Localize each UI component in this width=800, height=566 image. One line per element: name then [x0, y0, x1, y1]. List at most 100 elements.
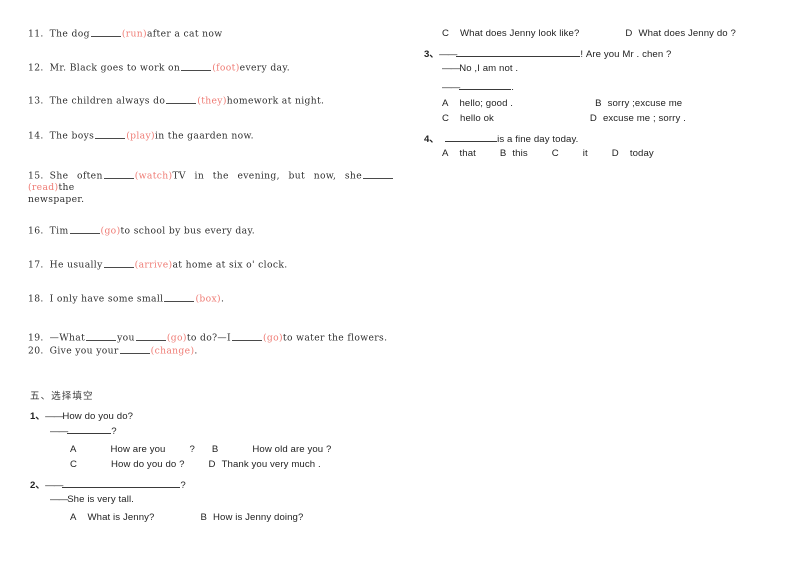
- option-letter-a[interactable]: A: [70, 444, 77, 455]
- answer-text: She is very tall.: [67, 494, 134, 505]
- option-letter-c[interactable]: C: [70, 459, 77, 470]
- fill-item-14: 14. The boys (play)in the gaarden now.: [28, 130, 396, 142]
- item-number: 14.: [28, 130, 44, 142]
- dialogue-dash: ——: [439, 49, 457, 60]
- option-text-c[interactable]: How do you do ?: [111, 459, 185, 470]
- verb-hint: (play): [126, 130, 155, 142]
- option-text-d[interactable]: today: [630, 148, 654, 159]
- item-text-pre: I only have some small: [49, 293, 164, 305]
- option-text-b[interactable]: this: [512, 148, 527, 159]
- question-2-options-row-1: A What is Jenny? B How is Jenny doing?: [70, 512, 303, 523]
- answer-blank[interactable]: [164, 293, 195, 302]
- answer-blank[interactable]: [62, 479, 181, 488]
- question-3-options-row-2: Chello ok Dexcuse me ; sorry .: [442, 113, 686, 124]
- answer-blank[interactable]: [90, 28, 121, 37]
- fill-item-13: 13. The children always do (they)homework …: [28, 95, 396, 107]
- answer-blank[interactable]: [166, 95, 197, 104]
- item-number: 19.: [28, 332, 44, 344]
- item-number: 12.: [28, 62, 44, 74]
- option-letter-c[interactable]: C: [442, 113, 449, 124]
- option-text-c[interactable]: hello ok: [460, 113, 494, 124]
- item-text-pre: Mr. Black goes to work on: [49, 62, 181, 74]
- answer-blank[interactable]: [181, 62, 212, 71]
- item-text-post: to school by bus every day.: [120, 225, 256, 237]
- item-text-post: to water the flowers.: [282, 332, 388, 344]
- section-header-five: 五、选择填空: [30, 391, 94, 402]
- option-letter-d[interactable]: D: [612, 148, 619, 159]
- item-text-mid: to do?—I: [186, 332, 231, 344]
- answer-text: No ,I am not .: [459, 63, 519, 74]
- option-letter-d[interactable]: D: [209, 459, 216, 470]
- item-text-pre: She often: [49, 170, 103, 182]
- option-letter-b[interactable]: B: [595, 98, 602, 109]
- dialogue-dash: ——: [442, 63, 460, 74]
- question-number: 2、: [30, 480, 46, 491]
- verb-hint: (go): [100, 225, 121, 237]
- dialogue-dash: ——: [50, 426, 68, 438]
- answer-blank[interactable]: [456, 48, 581, 57]
- question-number: 3、: [424, 49, 440, 60]
- answer-blank[interactable]: [86, 332, 117, 341]
- answer-blank-3[interactable]: [231, 332, 262, 341]
- verb-hint-2: (read): [28, 182, 59, 194]
- option-letter-d[interactable]: D: [590, 113, 597, 124]
- answer-blank-2[interactable]: [363, 170, 393, 179]
- option-text-a[interactable]: How are you: [111, 444, 166, 455]
- option-letter-a[interactable]: A: [442, 148, 449, 159]
- item-text-pre: He usually: [49, 259, 103, 271]
- verb-hint: (run): [121, 28, 147, 40]
- item-text-pre: —What: [49, 332, 86, 344]
- option-letter-a[interactable]: A: [442, 98, 449, 109]
- answer-blank[interactable]: [67, 425, 112, 435]
- option-text-a[interactable]: What is Jenny?: [88, 512, 155, 523]
- question-1-prompt: 1、——How do you do?: [30, 408, 133, 422]
- option-text-d[interactable]: What does Jenny do ?: [638, 28, 735, 39]
- question-prompt-text: How do you do?: [62, 411, 134, 422]
- dialogue-dash: ——: [45, 480, 63, 491]
- option-text-b[interactable]: How old are you ?: [252, 444, 331, 455]
- answer-blank[interactable]: [95, 130, 126, 139]
- item-number: 11.: [28, 28, 44, 40]
- option-letter-d[interactable]: D: [625, 28, 632, 39]
- option-question-mark: ?: [189, 444, 195, 455]
- answer-blank[interactable]: [445, 133, 498, 142]
- option-letter-b[interactable]: B: [201, 512, 208, 523]
- verb-hint: (arrive): [134, 259, 173, 271]
- option-letter-b[interactable]: B: [500, 148, 507, 159]
- noun-hint: (box): [195, 293, 221, 305]
- option-letter-b[interactable]: B: [212, 444, 219, 455]
- option-text-a[interactable]: hello; good .: [460, 98, 514, 109]
- answer-blank[interactable]: [69, 225, 100, 234]
- answer-blank[interactable]: [119, 345, 150, 354]
- verb-hint-2: (go): [262, 332, 283, 344]
- item-text-pre: The children always do: [49, 95, 166, 107]
- option-text-b[interactable]: How is Jenny doing?: [213, 512, 303, 523]
- fill-item-15: 15. She often (watch)TV in the evening, bu…: [28, 170, 394, 205]
- option-letter-c[interactable]: C: [552, 148, 559, 159]
- answer-blank[interactable]: [103, 170, 134, 179]
- option-text-d[interactable]: Thank you very much .: [222, 459, 321, 470]
- question-2-options-row-2: C What does Jenny look like? D What does Je…: [442, 28, 736, 39]
- option-text-c[interactable]: What does Jenny look like?: [460, 28, 579, 39]
- item-number: 15.: [28, 170, 44, 182]
- question-1-options-row-1: A How are you? B How old are you ?: [70, 444, 331, 455]
- option-text-a[interactable]: that: [460, 148, 476, 159]
- option-text-b[interactable]: sorry ;excuse me: [608, 98, 683, 109]
- item-text-pre: Give you your: [49, 345, 119, 357]
- question-2-answer-line: ——She is very tall.: [50, 494, 134, 505]
- question-number: 4、: [424, 134, 440, 145]
- item-number: 17.: [28, 259, 44, 271]
- option-letter-c[interactable]: C: [442, 28, 449, 39]
- option-text-d[interactable]: excuse me ; sorry .: [603, 113, 686, 124]
- answer-blank-2[interactable]: [135, 332, 166, 341]
- answer-blank[interactable]: [103, 259, 134, 268]
- question-number: 1、: [30, 411, 46, 422]
- option-text-c[interactable]: it: [583, 148, 588, 159]
- question-3-options-row-1: Ahello; good . Bsorry ;excuse me: [442, 98, 682, 109]
- option-letter-a[interactable]: A: [70, 512, 77, 523]
- fill-item-17: 17. He usually (arrive)at home at six o' c…: [28, 259, 396, 271]
- reply-suffix: .: [511, 82, 514, 94]
- fill-item-11: 11. The dog (run)after a cat now: [28, 28, 396, 40]
- verb-hint: (go): [166, 332, 187, 344]
- answer-blank-2[interactable]: [459, 81, 512, 91]
